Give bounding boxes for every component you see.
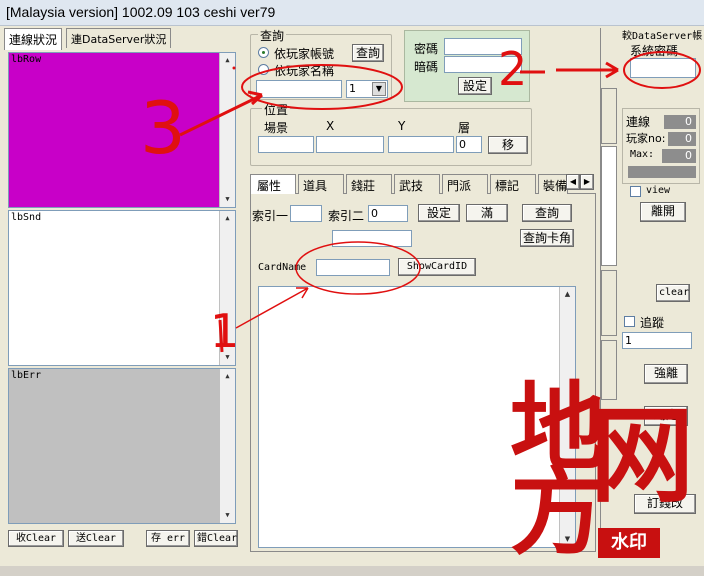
annotation-arrow-2 [520, 61, 619, 79]
annotation-arrow-1 [235, 287, 309, 329]
annotation-number-2: 2 [498, 42, 528, 96]
watermark-stamp: 水印 [598, 528, 660, 558]
annotation-ellipse-password [623, 51, 701, 89]
annotation-number-3: 3 [140, 86, 186, 170]
annotation-ellipse-query [241, 64, 403, 110]
annotation-ellipse-cardname [295, 241, 421, 295]
annotation-arrow-3 [179, 90, 264, 137]
annotation-dot [232, 66, 236, 70]
annotation-number-1: 1 [210, 304, 240, 358]
watermark-char-3: 网 [590, 394, 695, 517]
